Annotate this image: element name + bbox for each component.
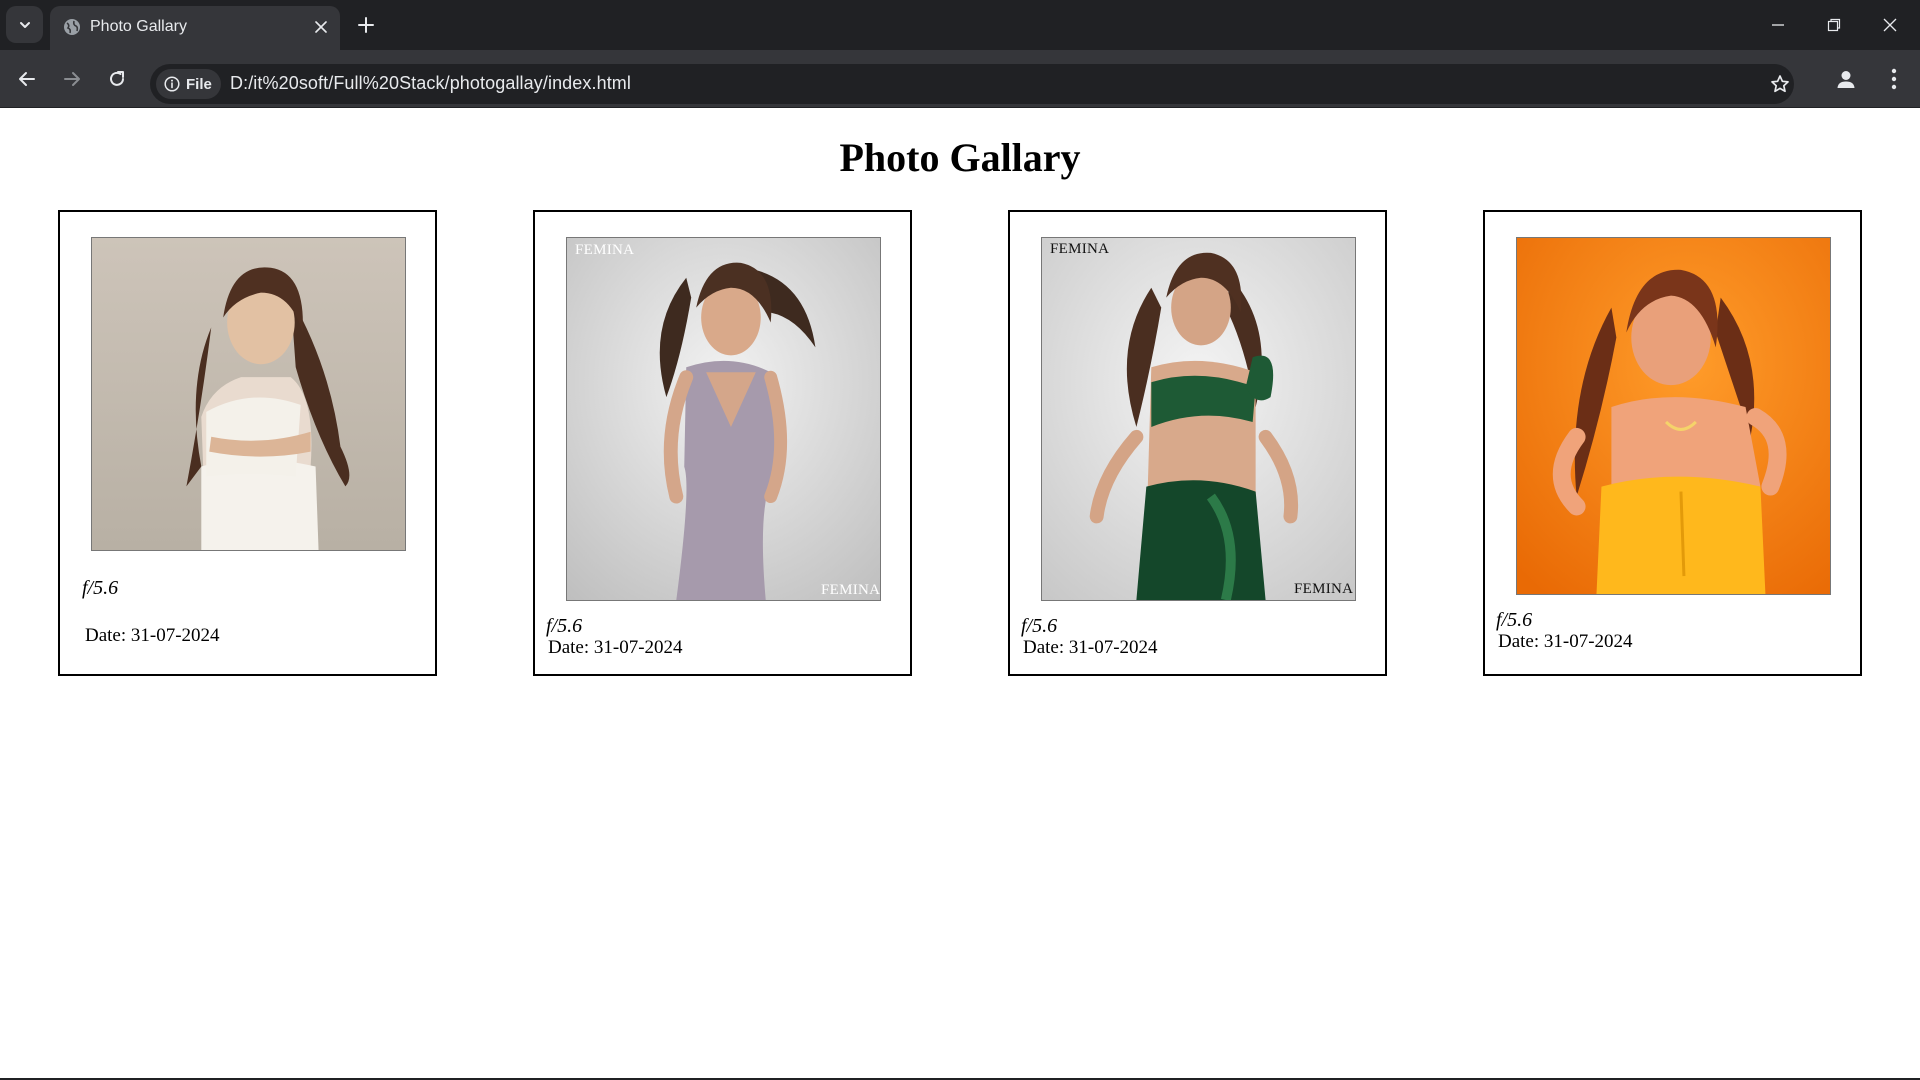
gallery-card: f/5.6 Date: 31-07-2024 (58, 210, 437, 676)
back-button[interactable] (9, 61, 45, 97)
portrait-photo-image (567, 238, 880, 600)
photo-date: Date: 31-07-2024 (548, 637, 683, 658)
photo-date: Date: 31-07-2024 (1498, 631, 1633, 652)
gallery-photo[interactable] (91, 237, 406, 551)
magazine-watermark: FEMINA (1050, 241, 1110, 257)
gallery-card: FEMINA FEMINA f/5.6 Date: 31-07-2024 (533, 210, 912, 676)
aperture-label: f/5.6 (546, 615, 583, 637)
site-info-label: File (186, 75, 212, 93)
restore-icon (1827, 18, 1841, 32)
chevron-down-icon (19, 21, 30, 28)
new-tab-button[interactable] (352, 11, 380, 39)
minimize-icon (1772, 24, 1784, 26)
arrow-right-icon (64, 72, 80, 86)
forward-button[interactable] (54, 61, 90, 97)
minimize-button[interactable] (1750, 0, 1806, 50)
browser-menu-button[interactable] (1876, 61, 1912, 97)
globe-icon (64, 19, 80, 35)
gallery-photo[interactable] (566, 237, 881, 601)
url-text[interactable]: D:/it%20soft/Full%20Stack/photogallay/in… (230, 73, 631, 94)
window-close-button[interactable] (1862, 0, 1918, 50)
gallery-card: FEMINA FEMINA f/5.6 Date: 31-07-2024 (1008, 210, 1387, 676)
person-icon (1837, 71, 1855, 88)
reload-button[interactable] (99, 61, 135, 97)
portrait-photo-image (92, 238, 405, 550)
magazine-watermark: FEMINA (1294, 581, 1354, 597)
portrait-photo-image (1042, 238, 1355, 600)
plus-icon (358, 17, 374, 33)
address-bar[interactable]: File D:/it%20soft/Full%20Stack/photogall… (150, 64, 1794, 104)
star-icon (1771, 75, 1789, 93)
photo-date: Date: 31-07-2024 (85, 625, 220, 646)
photo-date: Date: 31-07-2024 (1023, 637, 1158, 658)
site-info-button[interactable]: File (156, 69, 221, 99)
reload-icon (110, 71, 124, 86)
tab-search-button[interactable] (6, 6, 43, 43)
arrow-left-icon (19, 72, 35, 86)
restore-button[interactable] (1806, 0, 1862, 50)
aperture-label: f/5.6 (1496, 609, 1533, 631)
more-vertical-icon (1891, 68, 1897, 90)
tab-close-button[interactable] (310, 16, 332, 38)
aperture-label: f/5.6 (1021, 615, 1058, 637)
gallery-card: f/5.6 Date: 31-07-2024 (1483, 210, 1862, 676)
magazine-watermark: FEMINA (575, 242, 635, 258)
bookmark-button[interactable] (1762, 66, 1798, 102)
gallery-photo[interactable] (1041, 237, 1356, 601)
close-icon (1883, 18, 1897, 32)
aperture-label: f/5.6 (82, 577, 119, 599)
gallery-photo[interactable] (1516, 237, 1831, 595)
magazine-watermark: FEMINA (821, 582, 881, 598)
close-icon (315, 21, 327, 33)
page-title: Photo Gallary (839, 135, 1081, 180)
tab-strip: Photo Gallary (0, 0, 1920, 50)
active-tab[interactable]: Photo Gallary (50, 6, 340, 50)
tab-title: Photo Gallary (90, 18, 187, 35)
portrait-photo-image (1517, 238, 1830, 594)
profile-button[interactable] (1828, 61, 1864, 97)
info-icon (164, 76, 180, 92)
